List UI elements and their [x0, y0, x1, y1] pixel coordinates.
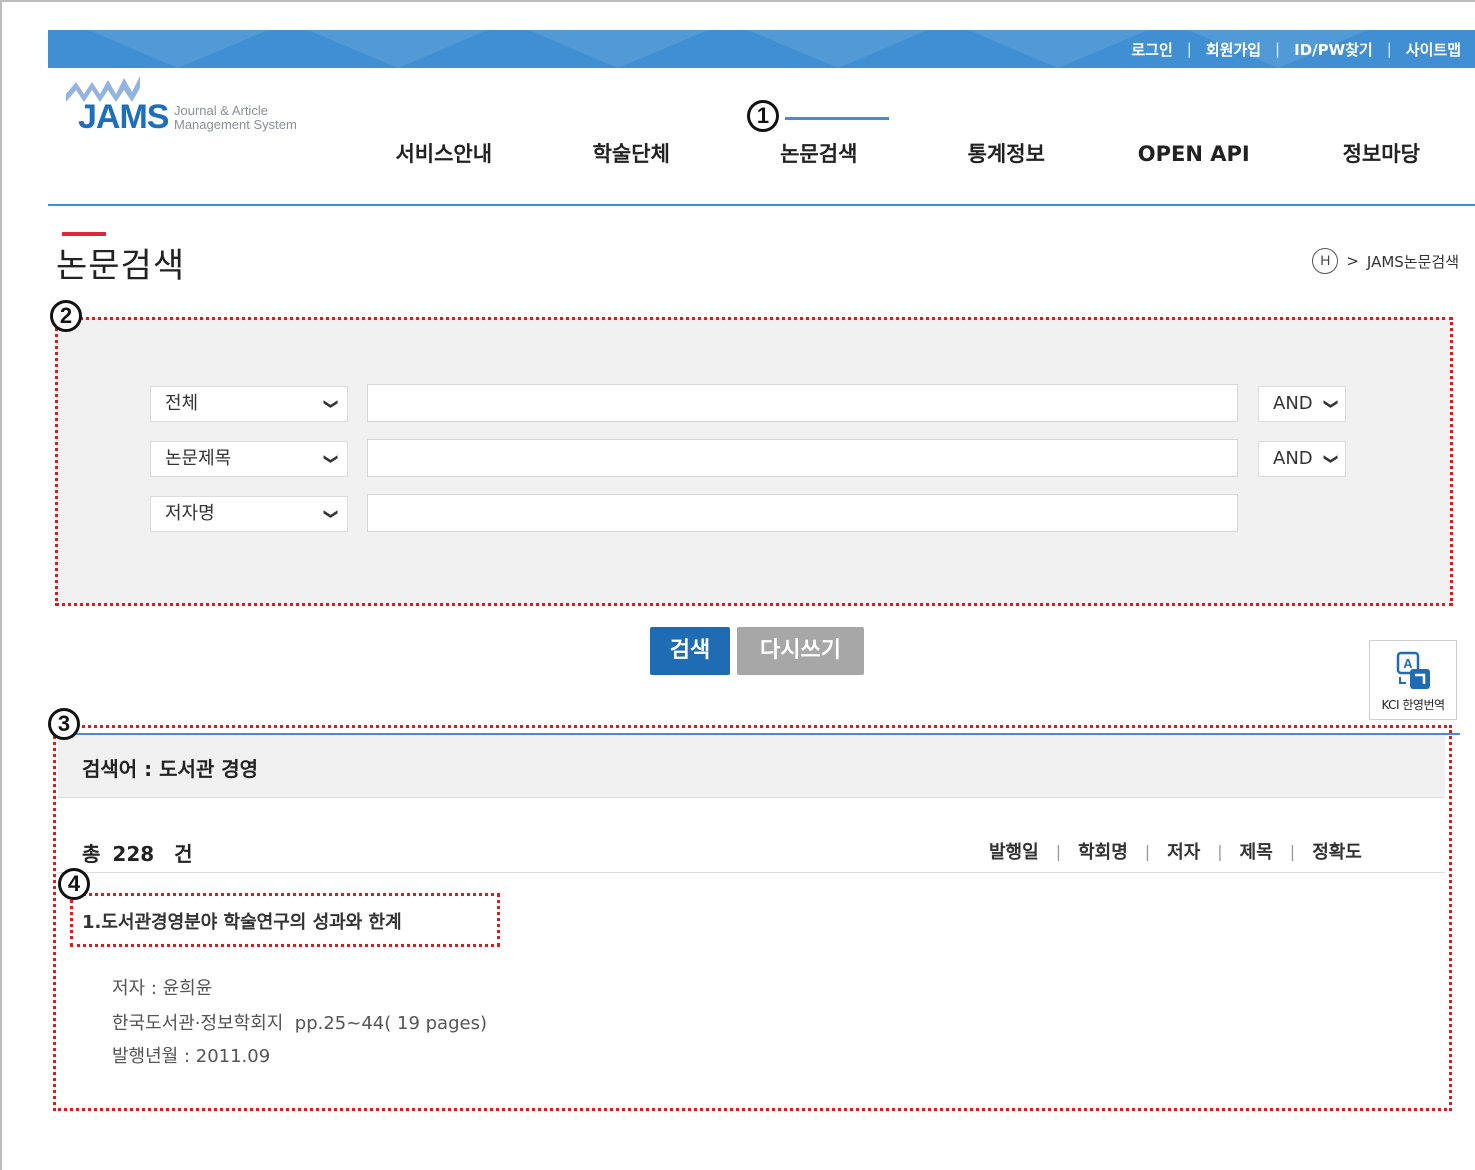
logo-subtitle: Journal & Article Management System — [174, 103, 297, 132]
jams-logo[interactable]: JAMS Journal & Article Management System — [66, 76, 356, 136]
annotation-badge-3: 3 — [48, 708, 80, 740]
separator: | — [1275, 40, 1281, 58]
annotation-box-search — [55, 317, 1453, 606]
sitemap-link[interactable]: 사이트맵 — [1406, 39, 1461, 60]
translate-icon: A — [1396, 651, 1430, 689]
logo-wordmark: JAMS — [78, 98, 169, 136]
breadcrumb-separator: > — [1346, 252, 1359, 270]
nav-item-statistics[interactable]: 통계정보 — [913, 136, 1101, 176]
nav-divider — [48, 204, 1475, 206]
top-links: 로그인 | 회원가입 | ID/PW찾기 | 사이트맵 — [1131, 30, 1461, 68]
separator: | — [1186, 40, 1192, 58]
find-id-pw-link[interactable]: ID/PW찾기 — [1294, 39, 1373, 60]
search-button[interactable]: 검색 — [650, 627, 730, 675]
annotation-box-result-title — [70, 893, 500, 947]
nav-item-info-plaza[interactable]: 정보마당 — [1288, 136, 1475, 176]
login-link[interactable]: 로그인 — [1131, 39, 1172, 60]
kci-translate-button[interactable]: A KCI 한영번역 — [1369, 640, 1457, 720]
reset-button[interactable]: 다시쓰기 — [737, 627, 864, 675]
nav-item-paper-search[interactable]: 논문검색 — [725, 136, 913, 176]
annotation-badge-4: 4 — [58, 868, 90, 900]
main-nav: 서비스안내 학술단체 논문검색 통계정보 OPEN API 정보마당 — [350, 136, 1475, 176]
signup-link[interactable]: 회원가입 — [1206, 39, 1261, 60]
kci-label: KCI 한영번역 — [1381, 698, 1445, 712]
annotation-badge-2: 2 — [50, 300, 82, 332]
nav-item-service-guide[interactable]: 서비스안내 — [350, 136, 538, 176]
svg-text:A: A — [1403, 656, 1413, 671]
breadcrumb-current: JAMS논문검색 — [1366, 252, 1459, 271]
annotation-badge-1: 1 — [747, 100, 779, 132]
nav-item-academic-societies[interactable]: 학술단체 — [538, 136, 726, 176]
home-icon[interactable]: H — [1312, 248, 1339, 274]
breadcrumb: H > JAMS논문검색 — [1312, 248, 1459, 274]
top-utility-bar: 로그인 | 회원가입 | ID/PW찾기 | 사이트맵 — [48, 30, 1475, 68]
page-title: 논문검색 — [56, 246, 186, 286]
nav-active-indicator — [785, 117, 889, 120]
separator: | — [1386, 40, 1392, 58]
title-accent-bar — [62, 232, 106, 236]
nav-item-open-api[interactable]: OPEN API — [1100, 136, 1288, 176]
